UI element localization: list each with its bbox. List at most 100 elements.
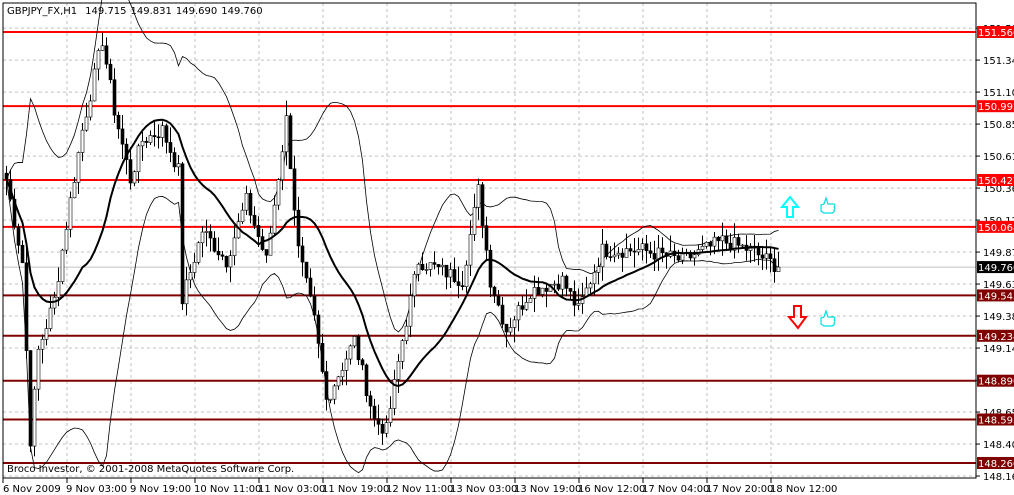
candle-body bbox=[268, 232, 273, 256]
candle-body bbox=[484, 225, 489, 251]
candle-body bbox=[16, 226, 21, 246]
candle-body bbox=[68, 197, 73, 230]
signals bbox=[779, 195, 836, 330]
candle-body bbox=[116, 114, 121, 130]
candle-body bbox=[256, 225, 261, 237]
price-tick-label: 149.140 bbox=[983, 344, 1014, 355]
candle-body bbox=[528, 298, 533, 303]
candle-body bbox=[660, 247, 665, 254]
candle-body bbox=[204, 231, 209, 233]
candle-body bbox=[712, 236, 717, 247]
candle-body bbox=[608, 256, 613, 258]
candle-body bbox=[64, 229, 69, 251]
candle-body bbox=[768, 253, 773, 260]
time-tick-label: 17 Nov 20:00 bbox=[706, 484, 773, 495]
time-tick-label: 9 Nov 19:00 bbox=[130, 484, 191, 495]
candle-body bbox=[680, 252, 685, 261]
candle-body bbox=[92, 68, 97, 102]
candle-body bbox=[300, 245, 305, 263]
candle-body bbox=[120, 128, 125, 145]
candle-body bbox=[576, 303, 581, 306]
candle-body bbox=[492, 286, 497, 297]
candle-body bbox=[40, 339, 45, 350]
time-tick-label: 17 Nov 04:00 bbox=[642, 484, 709, 495]
candle-body bbox=[340, 370, 345, 378]
candle-body bbox=[24, 262, 29, 351]
candle-body bbox=[596, 266, 601, 273]
candle-body bbox=[604, 243, 609, 257]
candle-body bbox=[288, 115, 293, 170]
candle-body bbox=[716, 236, 721, 242]
bollinger-lower-line bbox=[6, 179, 779, 474]
candle-body bbox=[196, 242, 201, 263]
candle-body bbox=[764, 253, 769, 259]
candle-body bbox=[136, 145, 141, 172]
candle-body bbox=[76, 152, 81, 183]
candle-body bbox=[468, 234, 473, 266]
candle-body bbox=[616, 252, 621, 256]
candle-body bbox=[740, 244, 745, 247]
candle-body bbox=[500, 304, 505, 325]
candle-body bbox=[536, 287, 541, 295]
price-tick-label: 149.630 bbox=[983, 280, 1014, 291]
candle-body bbox=[532, 287, 537, 299]
level-label: 148.890 bbox=[978, 377, 1014, 388]
candle-body bbox=[756, 247, 761, 256]
candle-body bbox=[600, 243, 605, 268]
candle-body bbox=[332, 385, 337, 400]
time-tick-label: 16 Nov 12:00 bbox=[578, 484, 645, 495]
candle-body bbox=[620, 252, 625, 258]
candle-body bbox=[96, 50, 101, 70]
candle-body bbox=[396, 361, 401, 380]
candles bbox=[4, 32, 781, 457]
candle-body bbox=[556, 283, 561, 290]
copyright-text: Broco Investor, © 2001-2008 MetaQuotes S… bbox=[7, 464, 294, 475]
price-tick-label: 149.875 bbox=[983, 248, 1014, 259]
candle-body bbox=[464, 264, 469, 287]
candle-body bbox=[32, 388, 37, 447]
candle-body bbox=[348, 345, 353, 360]
candle-body bbox=[112, 79, 117, 116]
candle-body bbox=[460, 285, 465, 287]
candle-body bbox=[308, 277, 313, 297]
arrow-up-icon bbox=[779, 195, 801, 218]
candle-body bbox=[488, 249, 493, 288]
time-axis[interactable]: 6 Nov 2009 9 Nov 03:00 9 Nov 19:00 10 Nov 1… bbox=[2, 478, 837, 495]
price-tick-label: 148.160 bbox=[983, 472, 1014, 483]
candle-body bbox=[180, 163, 185, 305]
level-label: 148.593 bbox=[978, 415, 1014, 426]
candle-body bbox=[432, 262, 437, 265]
time-tick-label: 6 Nov 2009 bbox=[3, 484, 61, 495]
price-tick-label: 151.100 bbox=[983, 88, 1014, 99]
candle-body bbox=[168, 142, 173, 153]
candle-body bbox=[656, 247, 661, 260]
level-label: 150.068 bbox=[978, 223, 1014, 234]
candle-body bbox=[444, 264, 449, 278]
candle-body bbox=[80, 129, 85, 153]
candle-body bbox=[448, 269, 453, 278]
candle-body bbox=[456, 281, 461, 286]
candle-body bbox=[184, 279, 189, 305]
candle-body bbox=[368, 395, 373, 407]
price-tick-label: 150.610 bbox=[983, 152, 1014, 163]
candle-body bbox=[544, 287, 549, 292]
candle-body bbox=[44, 328, 49, 340]
candle-body bbox=[720, 235, 725, 242]
candle-body bbox=[524, 302, 529, 310]
candle-body bbox=[356, 336, 361, 361]
candle-body bbox=[624, 248, 629, 258]
time-tick-label: 18 Nov 12:00 bbox=[770, 484, 837, 495]
candle-body bbox=[336, 376, 341, 387]
candle-body bbox=[540, 287, 545, 295]
candle-body bbox=[428, 262, 433, 270]
candle-body bbox=[636, 249, 641, 253]
candle-body bbox=[412, 273, 417, 297]
candle-body bbox=[104, 45, 109, 65]
price-chart[interactable]: 151.590151.345151.100150.855150.610150.3… bbox=[0, 0, 1014, 495]
candle-body bbox=[172, 152, 177, 168]
candle-body bbox=[472, 207, 477, 235]
candle-body bbox=[4, 172, 9, 181]
candle-body bbox=[296, 209, 301, 247]
candle-body bbox=[364, 364, 369, 397]
candle-body bbox=[344, 358, 349, 371]
